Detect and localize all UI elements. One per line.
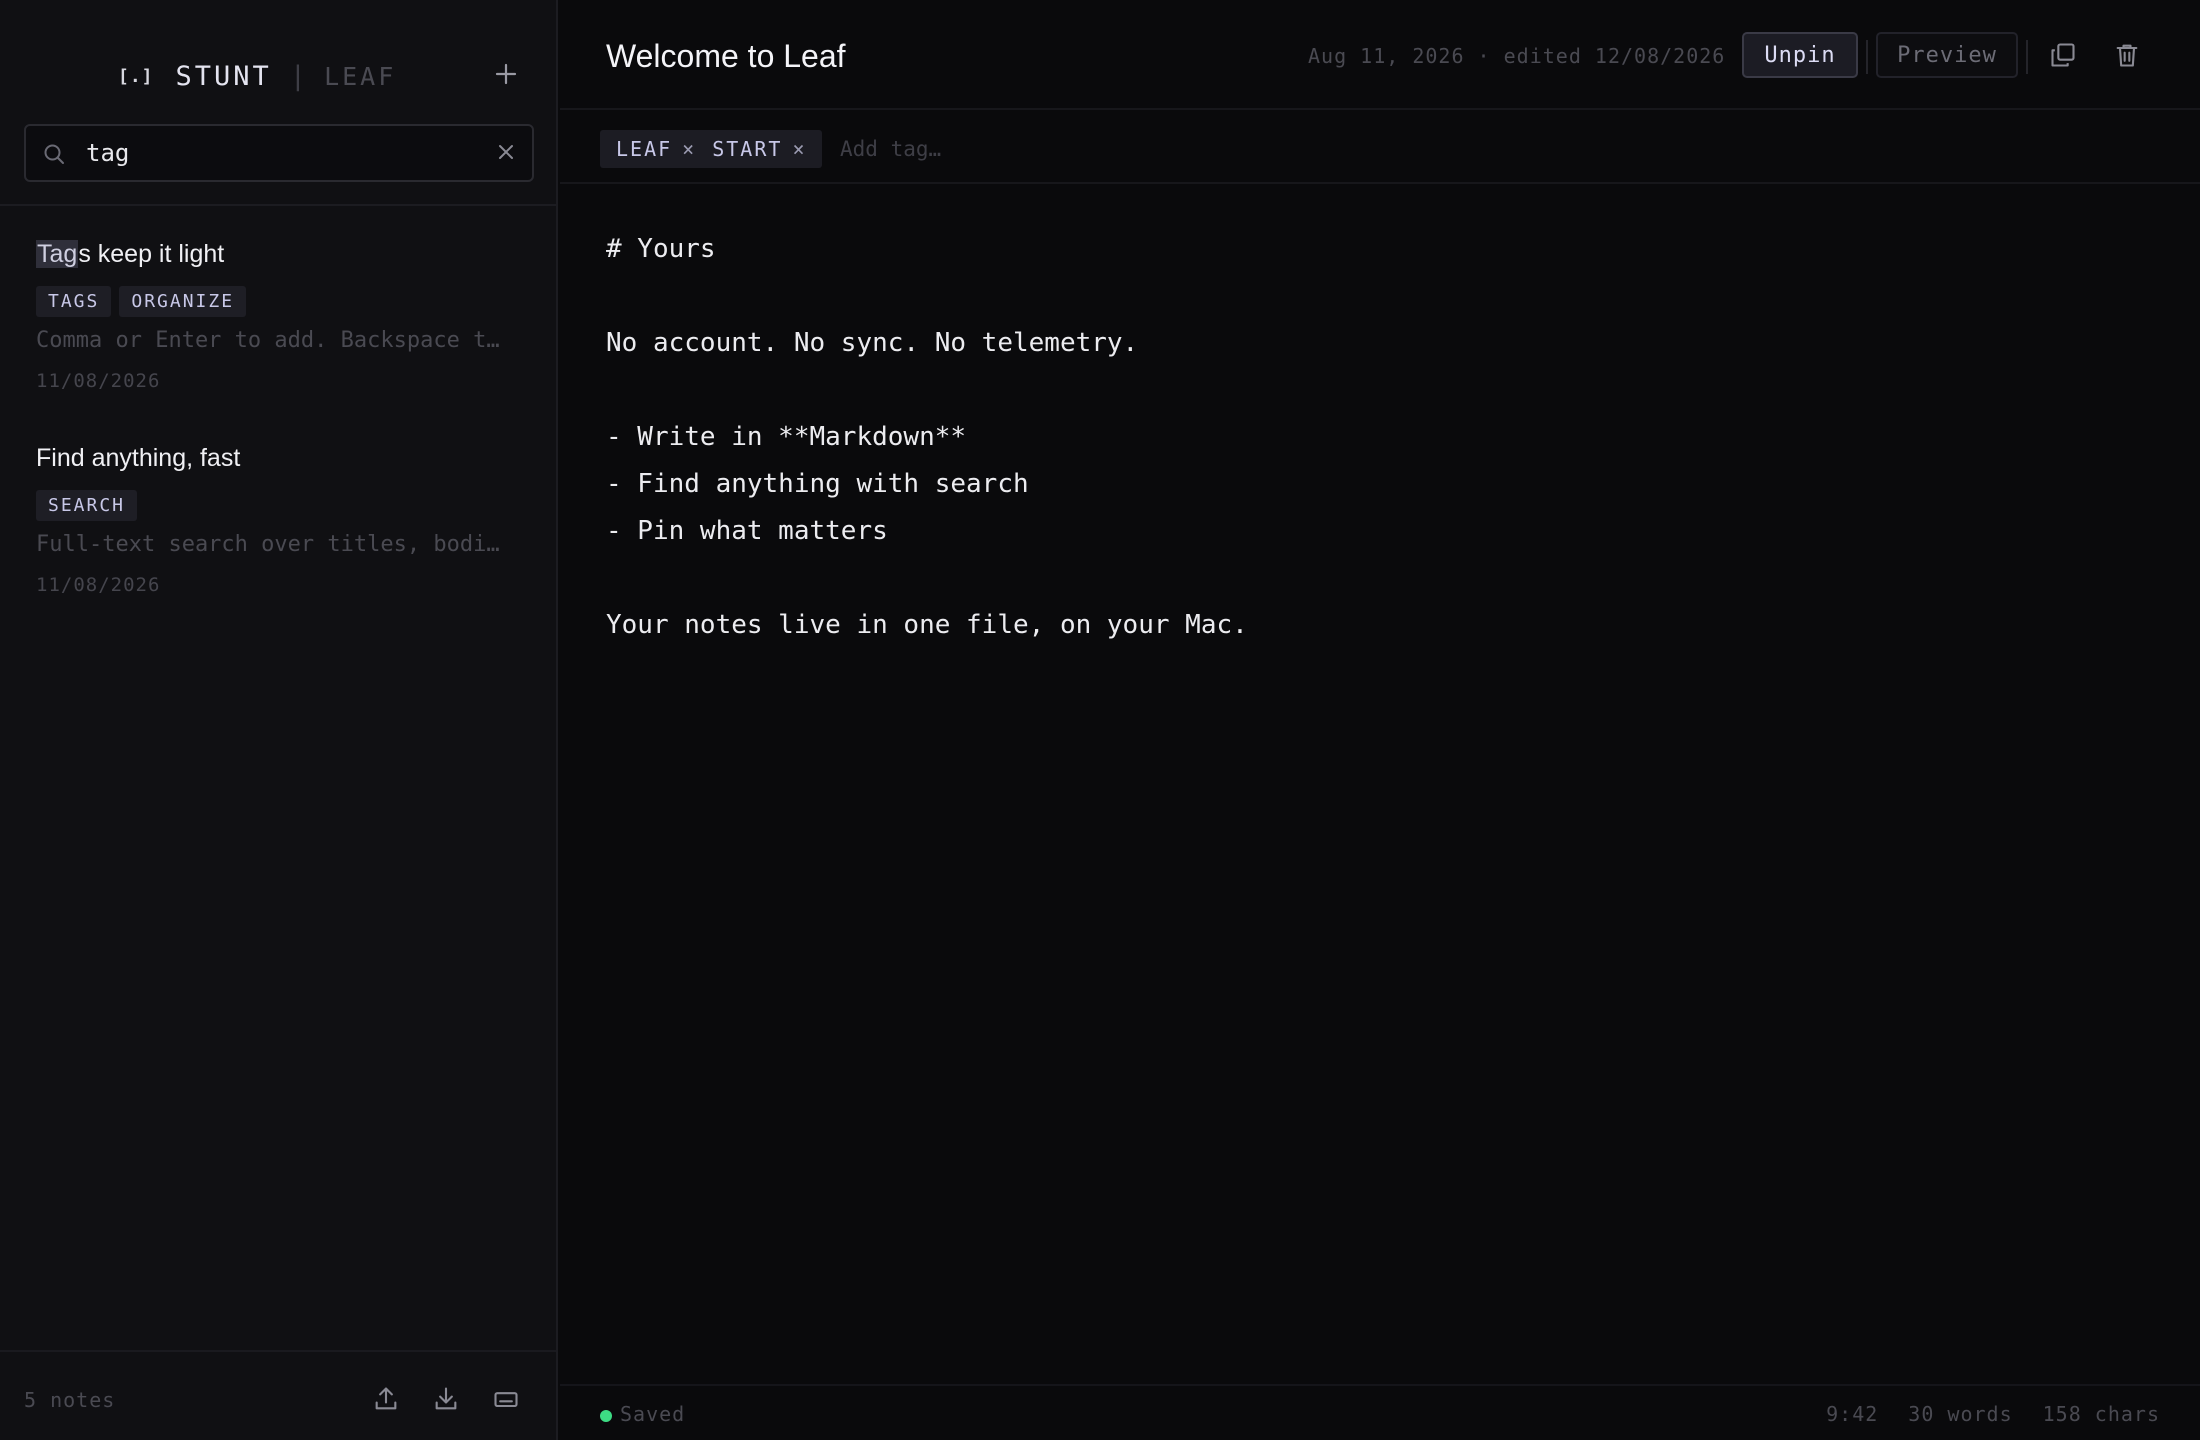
search-box [24, 124, 534, 182]
divider [1866, 40, 1868, 74]
editor-line: - Find anything with search [606, 469, 1029, 499]
note-date: 11/08/2026 [36, 370, 161, 392]
markdown-editor[interactable]: # Yours No account. No sync. No telemetr… [606, 226, 2166, 649]
editor-line: - Write in **Markdown** [606, 422, 967, 452]
import-button[interactable] [429, 1382, 463, 1416]
note-title-heading[interactable]: Welcome to Leaf [606, 38, 846, 75]
unpin-button[interactable]: Unpin [1742, 32, 1858, 78]
search-highlight: Tag [36, 240, 79, 268]
editor-line: No account. No sync. No telemetry. [606, 328, 1139, 358]
status-bar: Saved 9:42 30 words 158 chars [560, 1384, 2200, 1440]
plus-icon [495, 63, 517, 85]
editor-header: Welcome to Leaf Aug 11, 2026 · edited 12… [560, 0, 2200, 110]
export-button[interactable] [369, 1382, 403, 1416]
editor-line: Your notes live in one file, on your Mac… [606, 610, 1248, 640]
note-title-text: Find anything, fast [36, 444, 241, 472]
divider [2026, 40, 2028, 74]
note-meta: Aug 11, 2026 · edited 12/08/2026 [1308, 44, 1726, 68]
tag-badge: ORGANIZE [119, 286, 247, 317]
note-list-item[interactable]: Tags keep it light TAGS ORGANIZE Comma o… [0, 240, 556, 400]
brand-logo: [.] STUNT | LEAF [118, 56, 396, 96]
editor-pane: Welcome to Leaf Aug 11, 2026 · edited 12… [560, 0, 2200, 1440]
note-title-text: s keep it light [78, 240, 225, 268]
tag-chip-group: LEAF × START × [600, 130, 823, 168]
word-count: 30 words [1908, 1402, 2013, 1426]
delete-button[interactable] [2110, 38, 2144, 72]
keyboard-icon [494, 1392, 518, 1408]
export-icon [375, 1387, 397, 1410]
import-icon [435, 1387, 457, 1410]
brand-separator: | [289, 60, 307, 92]
note-snippet: Full-text search over titles, bodi… [36, 532, 500, 557]
note-tags: TAGS ORGANIZE [36, 286, 247, 317]
trash-icon [2116, 44, 2138, 67]
clear-icon[interactable] [494, 140, 518, 164]
duplicate-button[interactable] [2046, 38, 2080, 72]
tag-badge: SEARCH [36, 490, 138, 521]
tag-chip-label: LEAF [616, 137, 673, 161]
save-status: Saved [620, 1402, 686, 1426]
note-snippet: Comma or Enter to add. Backspace t… [36, 328, 500, 353]
editor-line: - Pin what matters [606, 516, 888, 546]
tag-chip-label: START [712, 137, 783, 161]
keyboard-shortcuts-button[interactable] [489, 1382, 523, 1416]
sidebar-footer: 5 notes [0, 1350, 556, 1440]
note-date: 11/08/2026 [36, 574, 161, 596]
add-tag-input[interactable] [840, 132, 1140, 166]
char-count: 158 chars [2042, 1402, 2160, 1426]
note-list-item[interactable]: Find anything, fast SEARCH Full-text sea… [0, 444, 556, 604]
saved-indicator [600, 1410, 612, 1422]
brand-name: STUNT [175, 60, 272, 92]
time-stat: 9:42 [1826, 1402, 1879, 1426]
preview-button[interactable]: Preview [1876, 32, 2018, 78]
brand-subtitle: LEAF [324, 61, 397, 91]
note-tags: SEARCH [36, 490, 138, 521]
brand-mark: [.] [118, 65, 154, 87]
editor-line: # Yours [606, 234, 716, 264]
tag-chip: LEAF × [608, 137, 704, 161]
remove-tag-button[interactable]: × [682, 137, 696, 161]
tag-badge: TAGS [36, 286, 112, 317]
search-input[interactable] [86, 134, 486, 172]
sidebar-divider [0, 204, 556, 206]
note-title: Find anything, fast [36, 444, 240, 473]
note-title: Tags keep it light [36, 240, 224, 269]
sidebar: [.] STUNT | LEAF Tags keep it light TAGS… [0, 0, 558, 1440]
remove-tag-button[interactable]: × [792, 137, 806, 161]
note-count: 5 notes [24, 1388, 116, 1412]
new-note-button[interactable] [488, 56, 524, 92]
document-stats: 9:42 30 words 158 chars [1826, 1402, 2160, 1426]
tag-chip: START × [704, 137, 814, 161]
search-icon [44, 144, 64, 164]
copy-icon [2051, 43, 2075, 67]
tag-bar: LEAF × START × [560, 110, 2200, 184]
